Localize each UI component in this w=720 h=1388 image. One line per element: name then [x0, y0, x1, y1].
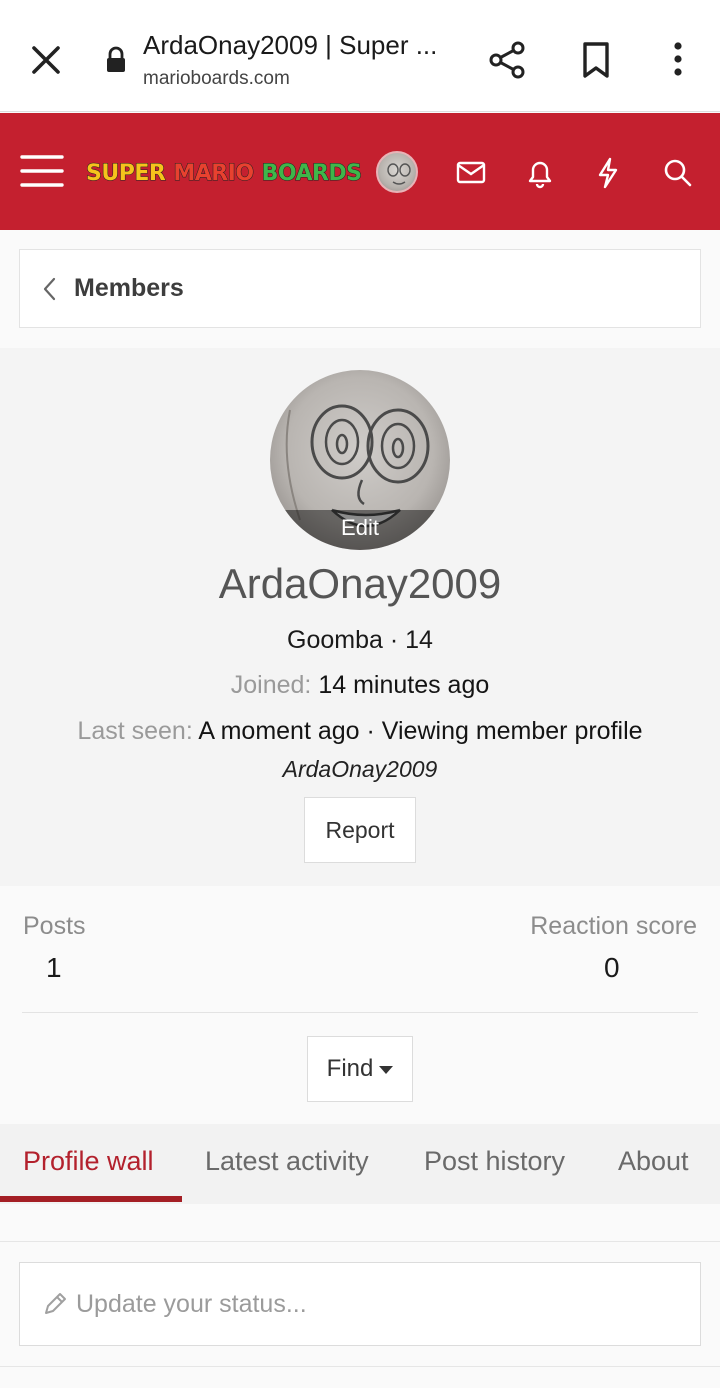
reaction-score-label: Reaction score: [530, 912, 697, 940]
avatar[interactable]: [376, 151, 418, 193]
logo-word-super: SUPER: [85, 160, 166, 186]
bell-icon[interactable]: [518, 151, 562, 195]
tab-latest-activity[interactable]: Latest activity: [205, 1146, 369, 1177]
lightning-icon[interactable]: [586, 151, 630, 195]
find-dropdown-button[interactable]: Find: [307, 1036, 413, 1102]
profile-tabs: Profile wall Latest activity Post histor…: [0, 1124, 720, 1204]
logo-word-boards: BOARDS: [261, 160, 362, 186]
report-button[interactable]: Report: [304, 797, 416, 863]
joined-info: Joined: 14 minutes ago: [0, 671, 720, 700]
divider: [0, 1366, 720, 1367]
envelope-icon[interactable]: [449, 151, 493, 195]
browser-toolbar: ArdaOnay2009 | Super ... marioboards.com: [0, 0, 720, 112]
divider: [0, 1241, 720, 1242]
site-logo[interactable]: SUPER MARIO BOARDS: [85, 157, 362, 189]
active-tab-indicator: [0, 1196, 182, 1202]
last-seen-label: Last seen:: [77, 717, 193, 745]
breadcrumb-label: Members: [74, 274, 184, 302]
joined-label: Joined:: [230, 671, 312, 699]
share-icon[interactable]: [486, 38, 530, 82]
last-seen-value: A moment ago · Viewing member profile: [198, 717, 643, 745]
reaction-score-value[interactable]: 0: [604, 952, 620, 984]
site-header: SUPER MARIO BOARDS: [0, 113, 720, 230]
page-url[interactable]: marioboards.com: [143, 68, 290, 90]
find-label: Find: [326, 1055, 374, 1082]
tab-post-history[interactable]: Post history: [424, 1146, 565, 1177]
tab-profile-wall[interactable]: Profile wall: [23, 1146, 154, 1177]
posts-value[interactable]: 1: [46, 952, 62, 984]
chevron-left-icon: [43, 277, 56, 300]
status-placeholder: Update your status...: [76, 1289, 307, 1318]
tab-about[interactable]: About: [618, 1146, 689, 1177]
user-title: Goomba · 14: [287, 626, 433, 654]
last-seen-info: Last seen: A moment ago · Viewing member…: [0, 717, 720, 746]
profile-avatar[interactable]: Edit: [270, 370, 450, 550]
member-stats: Posts 1 Reaction score 0: [0, 888, 720, 1012]
page-title[interactable]: ArdaOnay2009 | Super ...: [143, 30, 437, 61]
search-icon[interactable]: [656, 151, 700, 195]
lock-icon: [107, 46, 125, 72]
more-icon[interactable]: [656, 38, 700, 82]
menu-icon[interactable]: [20, 151, 64, 191]
activity-target-link[interactable]: ArdaOnay2009: [0, 756, 720, 783]
divider: [22, 1012, 698, 1013]
joined-value: 14 minutes ago: [318, 671, 490, 699]
breadcrumb[interactable]: Members: [19, 249, 701, 328]
close-icon[interactable]: [24, 38, 68, 82]
status-update-input[interactable]: Update your status...: [19, 1262, 701, 1346]
bookmark-icon[interactable]: [574, 38, 618, 82]
logo-word-mario: MARIO: [173, 160, 255, 186]
profile-header: Edit ArdaOnay2009 Goomba · 14 Joined: 14…: [0, 348, 720, 886]
caret-down-icon: [379, 1066, 394, 1074]
pencil-icon: [45, 1293, 66, 1314]
posts-label: Posts: [23, 912, 86, 940]
profile-username: ArdaOnay2009: [218, 560, 502, 607]
avatar-edit-label[interactable]: Edit: [270, 510, 450, 550]
